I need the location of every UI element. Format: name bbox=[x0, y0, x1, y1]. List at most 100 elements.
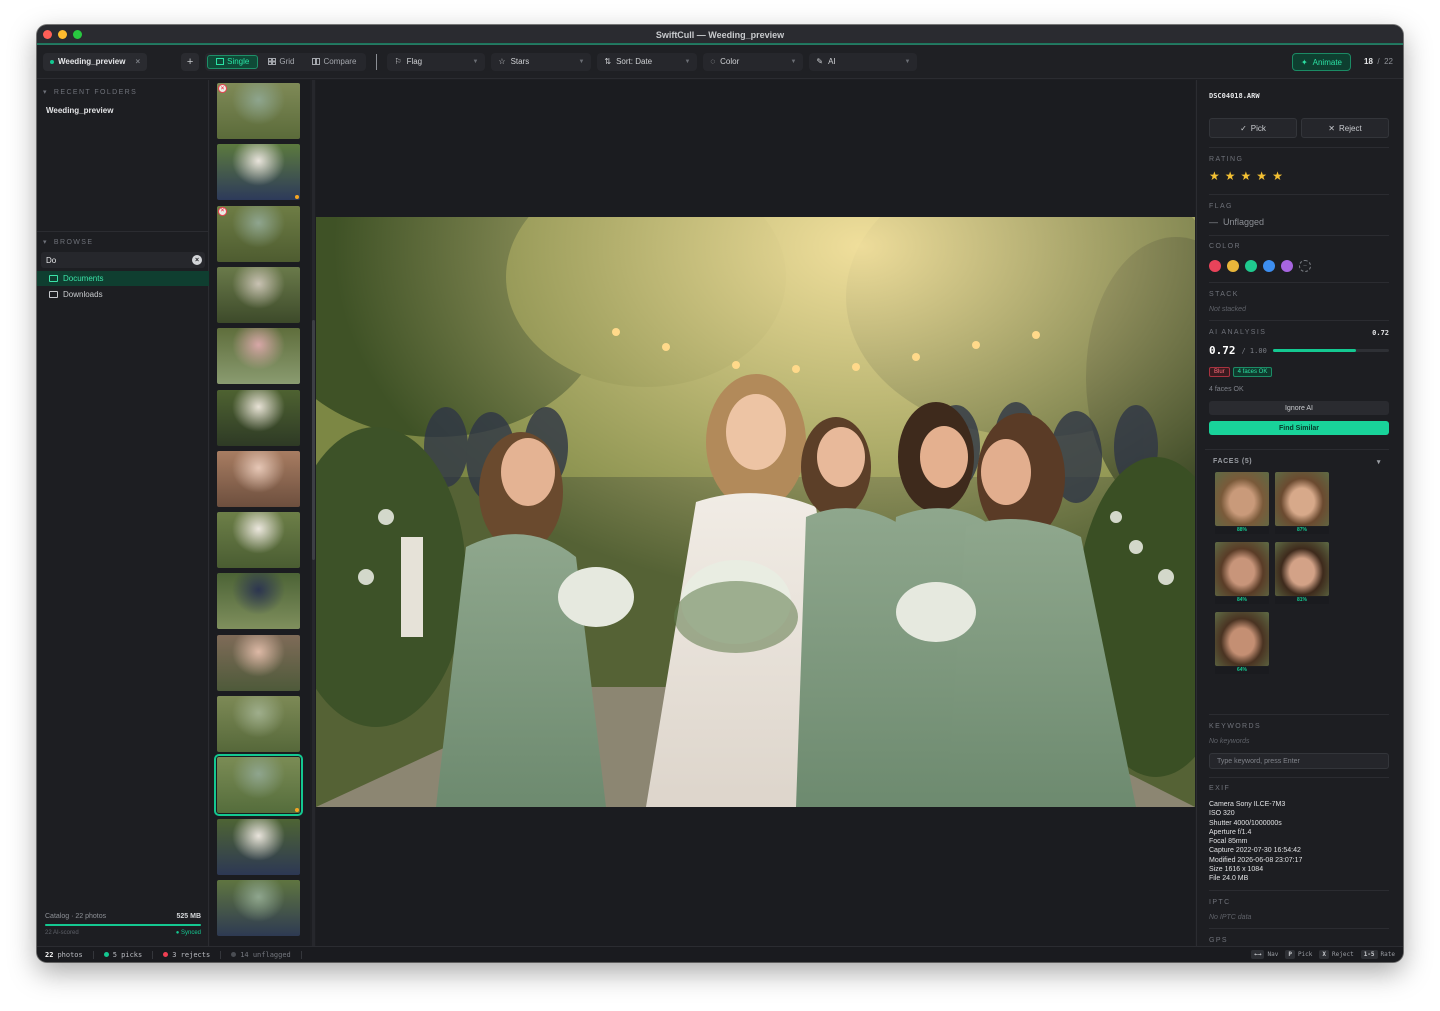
sort-dropdown[interactable]: ⇅ Sort: Date ▼ bbox=[597, 52, 698, 71]
close-window-button[interactable] bbox=[43, 30, 52, 39]
view-grid-button[interactable]: Grid bbox=[260, 55, 302, 69]
face-thumbnail[interactable]: 81% bbox=[1275, 542, 1329, 604]
recent-folders-header[interactable]: ▾ RECENT FOLDERS bbox=[37, 88, 208, 97]
face-thumbnail[interactable]: 88% bbox=[1215, 472, 1269, 534]
color-circle-icon: ◌ bbox=[710, 57, 716, 66]
faces-header[interactable]: FACES (5) ▾ bbox=[1213, 458, 1381, 466]
counter-total: 22 bbox=[1384, 57, 1393, 66]
filmstrip-thumbnail[interactable] bbox=[217, 634, 300, 691]
window-controls bbox=[43, 30, 82, 39]
pick-button[interactable]: ✓ Pick bbox=[1209, 118, 1297, 138]
flag-status[interactable]: — Unflagged bbox=[1209, 217, 1389, 227]
check-icon: ✓ bbox=[1240, 123, 1247, 133]
color-label-swatch[interactable] bbox=[1263, 260, 1275, 272]
file-name: DSC04018.ARW bbox=[1209, 92, 1260, 100]
color-label-swatch[interactable] bbox=[1245, 260, 1257, 272]
exif-value: 2026-06-08 23:07:17 bbox=[1237, 856, 1303, 864]
unflagged-count: 14 unflagged bbox=[231, 950, 302, 959]
catalog-tab-label: Weeding_preview bbox=[58, 57, 126, 66]
flag-filter-dropdown[interactable]: ⚐ Flag ▼ bbox=[387, 52, 486, 71]
face-confidence: 84% bbox=[1215, 597, 1269, 604]
filmstrip-thumbnail[interactable] bbox=[217, 266, 300, 323]
add-tab-button[interactable]: + bbox=[181, 52, 200, 71]
picks-count: 5 picks bbox=[103, 950, 154, 959]
shortcut-key: P bbox=[1285, 950, 1295, 959]
zoom-window-button[interactable] bbox=[73, 30, 82, 39]
ai-scored-count: 22 AI-scored bbox=[45, 930, 79, 936]
face-thumbnail[interactable]: 64% bbox=[1215, 612, 1269, 674]
filmstrip-thumbnail[interactable] bbox=[217, 573, 300, 630]
folder-item-downloads[interactable]: Downloads bbox=[37, 287, 209, 302]
color-label-swatch[interactable] bbox=[1209, 260, 1221, 272]
recent-folder-item[interactable]: Weeding_preview bbox=[37, 106, 208, 115]
star-rating[interactable]: ★ ★ ★ ★ ★ bbox=[1209, 169, 1389, 183]
color-label-swatch[interactable] bbox=[1281, 260, 1293, 272]
view-single-button[interactable]: Single bbox=[207, 54, 259, 69]
catalog-summary: Catalog · 22 photos 525 MB 22 AI-scored … bbox=[45, 913, 201, 936]
scrollbar-thumb[interactable] bbox=[312, 320, 315, 560]
ai-analysis-header: AI ANALYSIS bbox=[1209, 329, 1267, 336]
toolbar-divider bbox=[376, 53, 378, 70]
close-tab-icon[interactable]: × bbox=[135, 57, 140, 66]
filmstrip-thumbnail[interactable] bbox=[217, 450, 300, 507]
ai-tags: Blur 4 faces OK bbox=[1209, 367, 1389, 377]
face-image bbox=[1275, 542, 1329, 596]
photo-count-label: photos bbox=[57, 950, 83, 959]
shortcut-label: Pick bbox=[1297, 951, 1313, 958]
filmstrip-thumbnail[interactable] bbox=[217, 818, 300, 875]
exif-key: Capture bbox=[1209, 847, 1236, 855]
filmstrip-thumbnail[interactable]: × bbox=[217, 205, 300, 262]
star-icon[interactable]: ★ bbox=[1272, 169, 1283, 183]
section-divider bbox=[1209, 928, 1389, 929]
filmstrip-thumbnail[interactable] bbox=[217, 879, 300, 936]
filmstrip-thumbnail[interactable] bbox=[217, 389, 300, 446]
filmstrip-thumbnail[interactable] bbox=[217, 696, 300, 752]
minimize-window-button[interactable] bbox=[58, 30, 67, 39]
filmstrip-thumbnail[interactable]: × bbox=[217, 83, 300, 139]
ai-filter-label: AI bbox=[828, 57, 836, 66]
chevron-down-icon: ▼ bbox=[904, 58, 911, 65]
reject-button[interactable]: ✕ Reject bbox=[1301, 118, 1389, 138]
keyword-input[interactable]: Type keyword, press Enter bbox=[1209, 753, 1389, 769]
filmstrip-scrollbar[interactable] bbox=[312, 80, 315, 946]
close-icon: ✕ bbox=[1328, 123, 1335, 133]
folder-search-value: Do bbox=[46, 255, 57, 265]
folder-icon bbox=[49, 291, 58, 298]
main-photo[interactable] bbox=[316, 217, 1195, 807]
animate-button[interactable]: ✦ Animate bbox=[1291, 53, 1351, 71]
ignore-ai-button[interactable]: Ignore AI bbox=[1209, 401, 1389, 415]
face-thumbnail[interactable]: 87% bbox=[1275, 472, 1329, 534]
exif-key: ISO bbox=[1209, 810, 1224, 818]
ai-filter-dropdown[interactable]: ✎ AI ▼ bbox=[809, 52, 918, 71]
color-filter-dropdown[interactable]: ◌ Color ▼ bbox=[703, 52, 804, 71]
clear-search-icon[interactable]: × bbox=[192, 255, 202, 265]
find-similar-button[interactable]: Find Similar bbox=[1209, 421, 1389, 435]
star-icon[interactable]: ★ bbox=[1209, 169, 1220, 183]
filmstrip-thumbnail[interactable] bbox=[214, 754, 303, 817]
star-icon[interactable]: ★ bbox=[1225, 169, 1236, 183]
keyboard-hints: ←→ Nav P Pick X Reject 1-5 Rate bbox=[1251, 950, 1399, 959]
filmstrip-thumbnail[interactable] bbox=[217, 512, 300, 569]
color-label-swatch[interactable] bbox=[1227, 260, 1239, 272]
folder-search-input[interactable]: Do × bbox=[41, 252, 205, 268]
section-divider bbox=[1209, 147, 1389, 148]
status-bar: 22 photos 5 picks 3 rejects 14 unflagged… bbox=[37, 946, 1403, 962]
exif-row: File 24.0 MB bbox=[1209, 874, 1389, 883]
view-compare-button[interactable]: Compare bbox=[304, 55, 364, 69]
face-thumbnail[interactable]: 84% bbox=[1215, 542, 1269, 604]
no-color-icon[interactable]: – bbox=[1299, 260, 1311, 272]
catalog-tab[interactable]: Weeding_preview × bbox=[43, 52, 148, 71]
stars-filter-dropdown[interactable]: ☆ Stars ▼ bbox=[491, 52, 592, 71]
star-icon[interactable]: ★ bbox=[1256, 169, 1267, 183]
exif-value: 85mm bbox=[1228, 838, 1248, 846]
browse-header[interactable]: ▾ BROWSE bbox=[37, 238, 93, 247]
photo-count: 22 photos bbox=[45, 950, 94, 959]
folder-item-documents[interactable]: Documents bbox=[37, 271, 209, 286]
ai-score-fill bbox=[1272, 349, 1357, 352]
shortcut-key: 1-5 bbox=[1360, 950, 1378, 959]
filmstrip-thumbnail[interactable] bbox=[217, 328, 300, 385]
pick-reject-row: ✓ Pick ✕ Reject bbox=[1209, 118, 1389, 138]
filmstrip-thumbnail[interactable] bbox=[217, 144, 300, 201]
pick-marker-icon bbox=[295, 808, 299, 813]
star-icon[interactable]: ★ bbox=[1241, 169, 1252, 183]
